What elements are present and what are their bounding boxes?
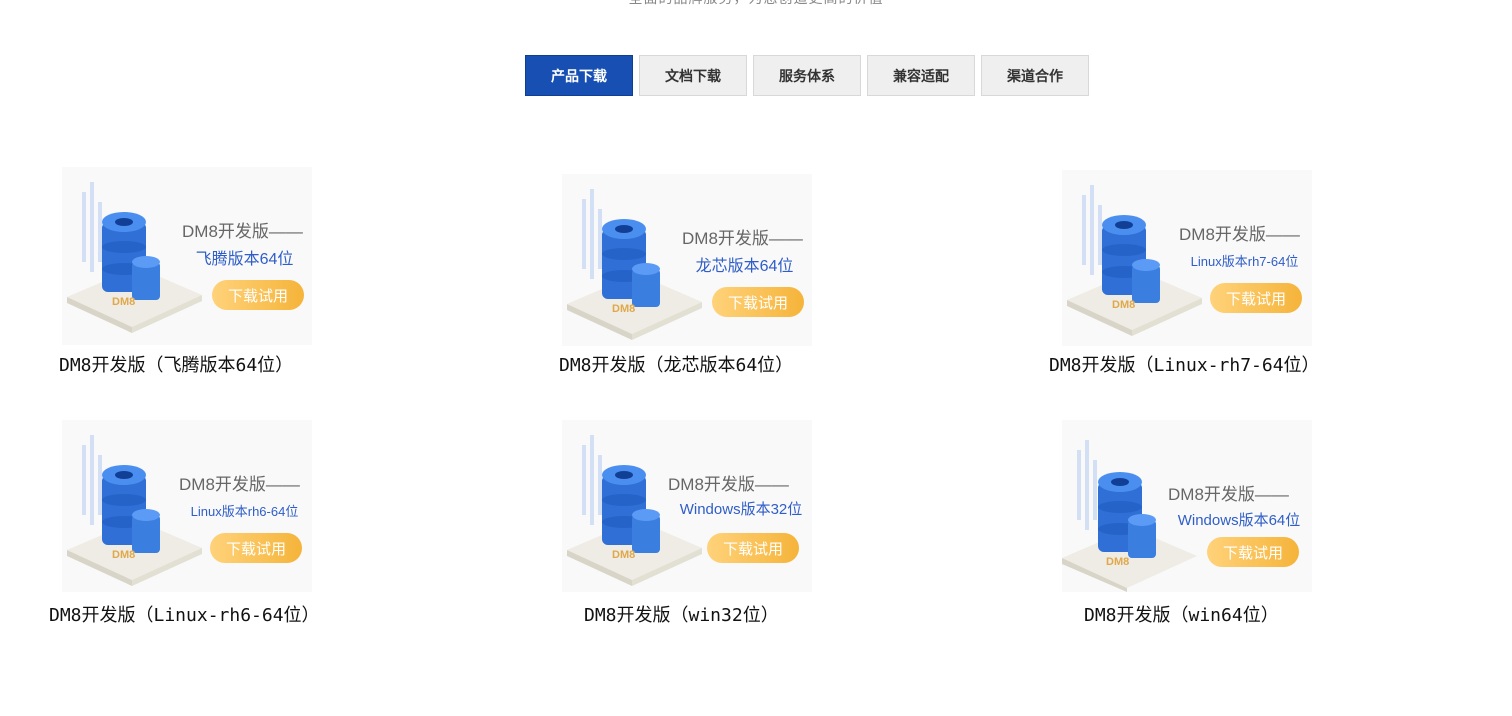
thumbnail-title: DM8开发版——	[682, 229, 803, 248]
thumbnail-title: DM8开发版——	[668, 475, 789, 494]
svg-text:DM8: DM8	[612, 303, 635, 315]
product-download-page: 全面的品牌服务，为您创造更高的价值 产品下载 文档下载 服务体系 兼容适配 渠道…	[0, 0, 1512, 716]
thumbnail-subtitle: 飞腾版本64位	[195, 251, 294, 268]
tab-product-download[interactable]: 产品下载	[525, 55, 633, 96]
section-subtitle: 全面的品牌服务，为您创造更高的价值	[0, 0, 1512, 8]
download-trial-button[interactable]: 下载试用	[212, 280, 304, 310]
thumbnail-subtitle: Linux版本rh7-64位	[1190, 254, 1299, 269]
product-caption[interactable]: DM8开发版（Linux-rh6-64位）	[49, 601, 320, 627]
product-caption[interactable]: DM8开发版（win64位）	[1084, 601, 1279, 627]
svg-text:DM8: DM8	[1106, 556, 1129, 568]
svg-text:DM8: DM8	[112, 296, 135, 308]
thumbnail-title: DM8开发版——	[182, 222, 303, 241]
product-thumbnail[interactable]: DM8 DM8开发版—— 飞腾版本64位 下载试用	[62, 167, 312, 345]
category-tabs: 产品下载 文档下载 服务体系 兼容适配 渠道合作	[525, 55, 1095, 96]
product-caption[interactable]: DM8开发版（win32位）	[584, 601, 779, 627]
download-trial-button[interactable]: 下载试用	[712, 287, 804, 317]
tab-channel-cooperation[interactable]: 渠道合作	[981, 55, 1089, 96]
tab-document-download[interactable]: 文档下载	[639, 55, 747, 96]
product-thumbnail[interactable]: DM8 DM8开发版—— 龙芯版本64位 下载试用	[562, 174, 812, 346]
thumbnail-subtitle: Windows版本32位	[679, 501, 803, 518]
thumbnail-title: DM8开发版——	[179, 475, 300, 494]
svg-text:DM8: DM8	[1112, 299, 1135, 311]
thumbnail-subtitle: 龙芯版本64位	[695, 258, 794, 275]
thumbnail-title: DM8开发版——	[1168, 485, 1289, 504]
product-caption[interactable]: DM8开发版（龙芯版本64位）	[559, 351, 793, 377]
thumbnail-subtitle: Windows版本64位	[1177, 512, 1301, 529]
thumbnail-subtitle: Linux版本rh6-64位	[190, 504, 299, 519]
product-thumbnail[interactable]: DM8 DM8开发版—— Windows版本32位 下载试用	[562, 420, 812, 592]
product-thumbnail[interactable]: DM8 DM8开发版—— Linux版本rh7-64位 下载试用	[1062, 170, 1312, 346]
thumbnail-title: DM8开发版——	[1179, 225, 1300, 244]
product-caption[interactable]: DM8开发版（Linux-rh7-64位）	[1049, 351, 1320, 377]
download-trial-button[interactable]: 下载试用	[1207, 537, 1299, 567]
download-trial-button[interactable]: 下载试用	[210, 533, 302, 563]
tab-service-system[interactable]: 服务体系	[753, 55, 861, 96]
tab-compatibility[interactable]: 兼容适配	[867, 55, 975, 96]
download-trial-button[interactable]: 下载试用	[1210, 283, 1302, 313]
product-thumbnail[interactable]: DM8 DM8开发版—— Windows版本64位 下载试用	[1062, 420, 1312, 592]
svg-text:DM8: DM8	[612, 549, 635, 561]
product-thumbnail[interactable]: DM8 DM8开发版—— Linux版本rh6-64位 下载试用	[62, 420, 312, 592]
product-caption[interactable]: DM8开发版（飞腾版本64位）	[59, 351, 293, 377]
download-trial-button[interactable]: 下载试用	[707, 533, 799, 563]
svg-text:DM8: DM8	[112, 549, 135, 561]
